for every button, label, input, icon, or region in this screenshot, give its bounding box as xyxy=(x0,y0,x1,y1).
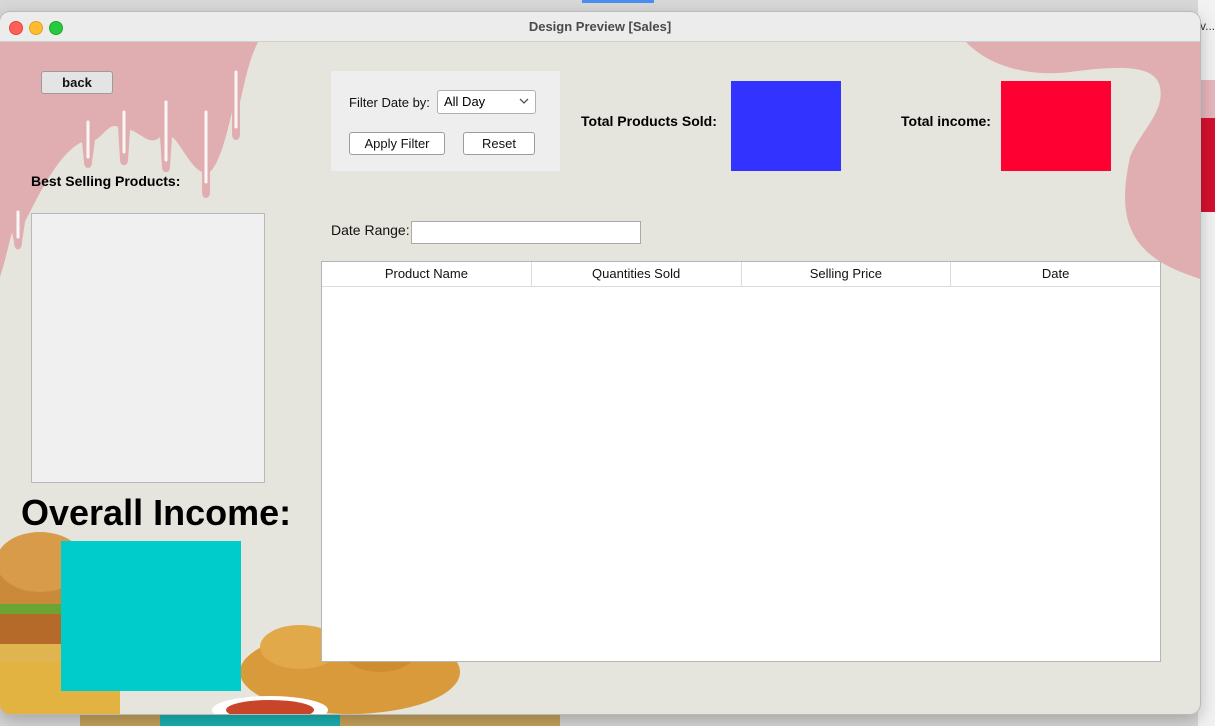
app-window: Design Preview [Sales] back Best Selling… xyxy=(0,12,1200,714)
date-range-label: Date Range: xyxy=(331,222,410,238)
apply-filter-button[interactable]: Apply Filter xyxy=(349,132,445,155)
overall-income-value xyxy=(61,541,241,691)
filter-panel: Filter Date by: All Day Apply Filter Res… xyxy=(331,71,560,171)
window-title: Design Preview [Sales] xyxy=(528,19,672,34)
date-range-input[interactable] xyxy=(411,221,641,244)
sales-table[interactable]: Product Name Quantities Sold Selling Pri… xyxy=(321,261,1161,662)
total-products-sold-value xyxy=(731,81,841,171)
total-income-label: Total income: xyxy=(901,113,991,129)
best-selling-label: Best Selling Products: xyxy=(31,173,181,189)
column-header-product-name[interactable]: Product Name xyxy=(322,262,532,286)
desktop-tab-highlight xyxy=(582,0,654,3)
reset-button[interactable]: Reset xyxy=(463,132,535,155)
background-pink-block xyxy=(1200,80,1215,118)
total-income-value xyxy=(1001,81,1111,171)
overall-income-label: Overall Income: xyxy=(21,492,292,533)
filter-date-select[interactable]: All Day xyxy=(437,90,536,114)
filter-date-value: All Day xyxy=(444,94,486,109)
background-window-bottom xyxy=(80,712,560,726)
background-window-peek: v... xyxy=(1198,0,1215,726)
background-window-text: v... xyxy=(1200,19,1215,33)
table-header: Product Name Quantities Sold Selling Pri… xyxy=(322,262,1160,287)
column-header-selling-price[interactable]: Selling Price xyxy=(742,262,952,286)
chevron-down-icon xyxy=(519,98,529,104)
back-button[interactable]: back xyxy=(41,71,113,94)
filter-date-label: Filter Date by: xyxy=(349,95,430,110)
column-header-quantities-sold[interactable]: Quantities Sold xyxy=(532,262,742,286)
best-selling-list[interactable] xyxy=(31,213,265,483)
total-products-sold-label: Total Products Sold: xyxy=(581,113,717,129)
sales-form: back Best Selling Products: Filter Date … xyxy=(0,42,1200,714)
background-red-block xyxy=(1200,118,1215,212)
title-bar: Design Preview [Sales] xyxy=(0,12,1200,42)
background-teal-block xyxy=(160,714,340,726)
column-header-date[interactable]: Date xyxy=(951,262,1160,286)
